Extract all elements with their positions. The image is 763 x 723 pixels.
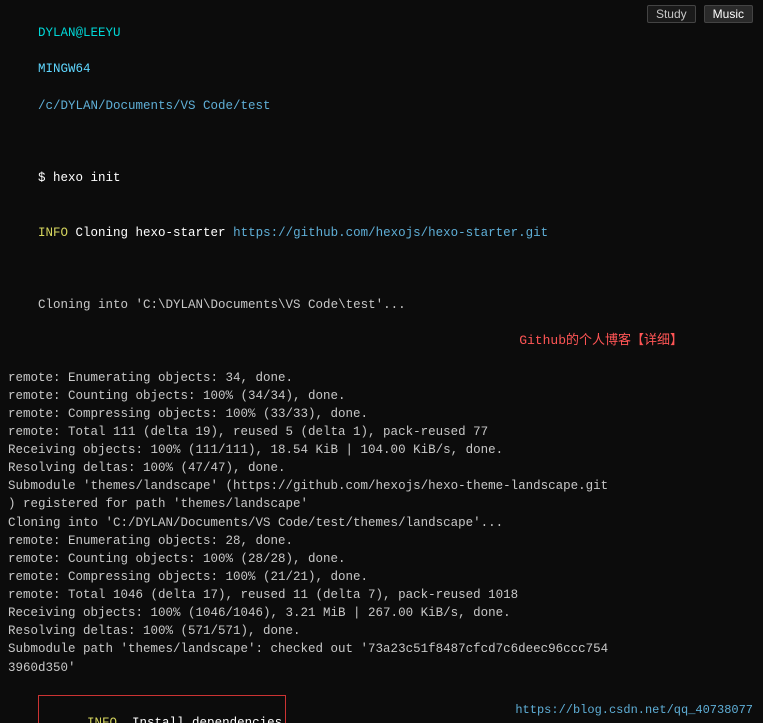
resolving-deltas-2: Resolving deltas: 100% (571/571), done. bbox=[8, 622, 755, 640]
bottom-link: https://blog.csdn.net/qq_40738077 bbox=[515, 703, 753, 717]
remote-count-2: remote: Counting objects: 100% (28/28), … bbox=[8, 550, 755, 568]
prompt-line: DYLAN@LEEYU MINGW64 /c/DYLAN/Documents/V… bbox=[8, 6, 755, 151]
prompt-user: DYLAN@LEEYU bbox=[38, 26, 121, 40]
submodule-line-1: Submodule 'themes/landscape' (https://gi… bbox=[8, 477, 755, 495]
submodule-checkout-1: Submodule path 'themes/landscape': check… bbox=[8, 640, 755, 658]
terminal-window: DYLAN@LEEYU MINGW64 /c/DYLAN/Documents/V… bbox=[0, 0, 763, 723]
clone-into-line: Cloning into 'C:\DYLAN\Documents\VS Code… bbox=[8, 278, 755, 369]
remote-total-2: remote: Total 1046 (delta 17), reused 11… bbox=[8, 586, 755, 604]
command-line: $ hexo init bbox=[8, 151, 755, 205]
receiving-objects-2: Receiving objects: 100% (1046/1046), 3.2… bbox=[8, 604, 755, 622]
prompt-shell: MINGW64 bbox=[38, 62, 91, 76]
remote-count: remote: Counting objects: 100% (34/34), … bbox=[8, 387, 755, 405]
remote-enum: remote: Enumerating objects: 34, done. bbox=[8, 369, 755, 387]
remote-compress-2: remote: Compressing objects: 100% (21/21… bbox=[8, 568, 755, 586]
remote-compress: remote: Compressing objects: 100% (33/33… bbox=[8, 405, 755, 423]
music-button[interactable]: Music bbox=[704, 5, 753, 23]
remote-enum-2: remote: Enumerating objects: 28, done. bbox=[8, 532, 755, 550]
submodule-line-2: ) registered for path 'themes/landscape' bbox=[8, 495, 755, 513]
study-button[interactable]: Study bbox=[647, 5, 696, 23]
resolving-deltas-1: Resolving deltas: 100% (47/47), done. bbox=[8, 459, 755, 477]
info-line-1: INFO Cloning hexo-starter https://github… bbox=[8, 205, 755, 278]
prompt-path: /c/DYLAN/Documents/VS Code/test bbox=[38, 99, 271, 113]
submodule-checkout-2: 3960d350' bbox=[8, 659, 755, 677]
remote-total: remote: Total 111 (delta 19), reused 5 (… bbox=[8, 423, 755, 441]
receiving-objects: Receiving objects: 100% (111/111), 18.54… bbox=[8, 441, 755, 459]
clone-landscape: Cloning into 'C:/DYLAN/Documents/VS Code… bbox=[8, 514, 755, 532]
